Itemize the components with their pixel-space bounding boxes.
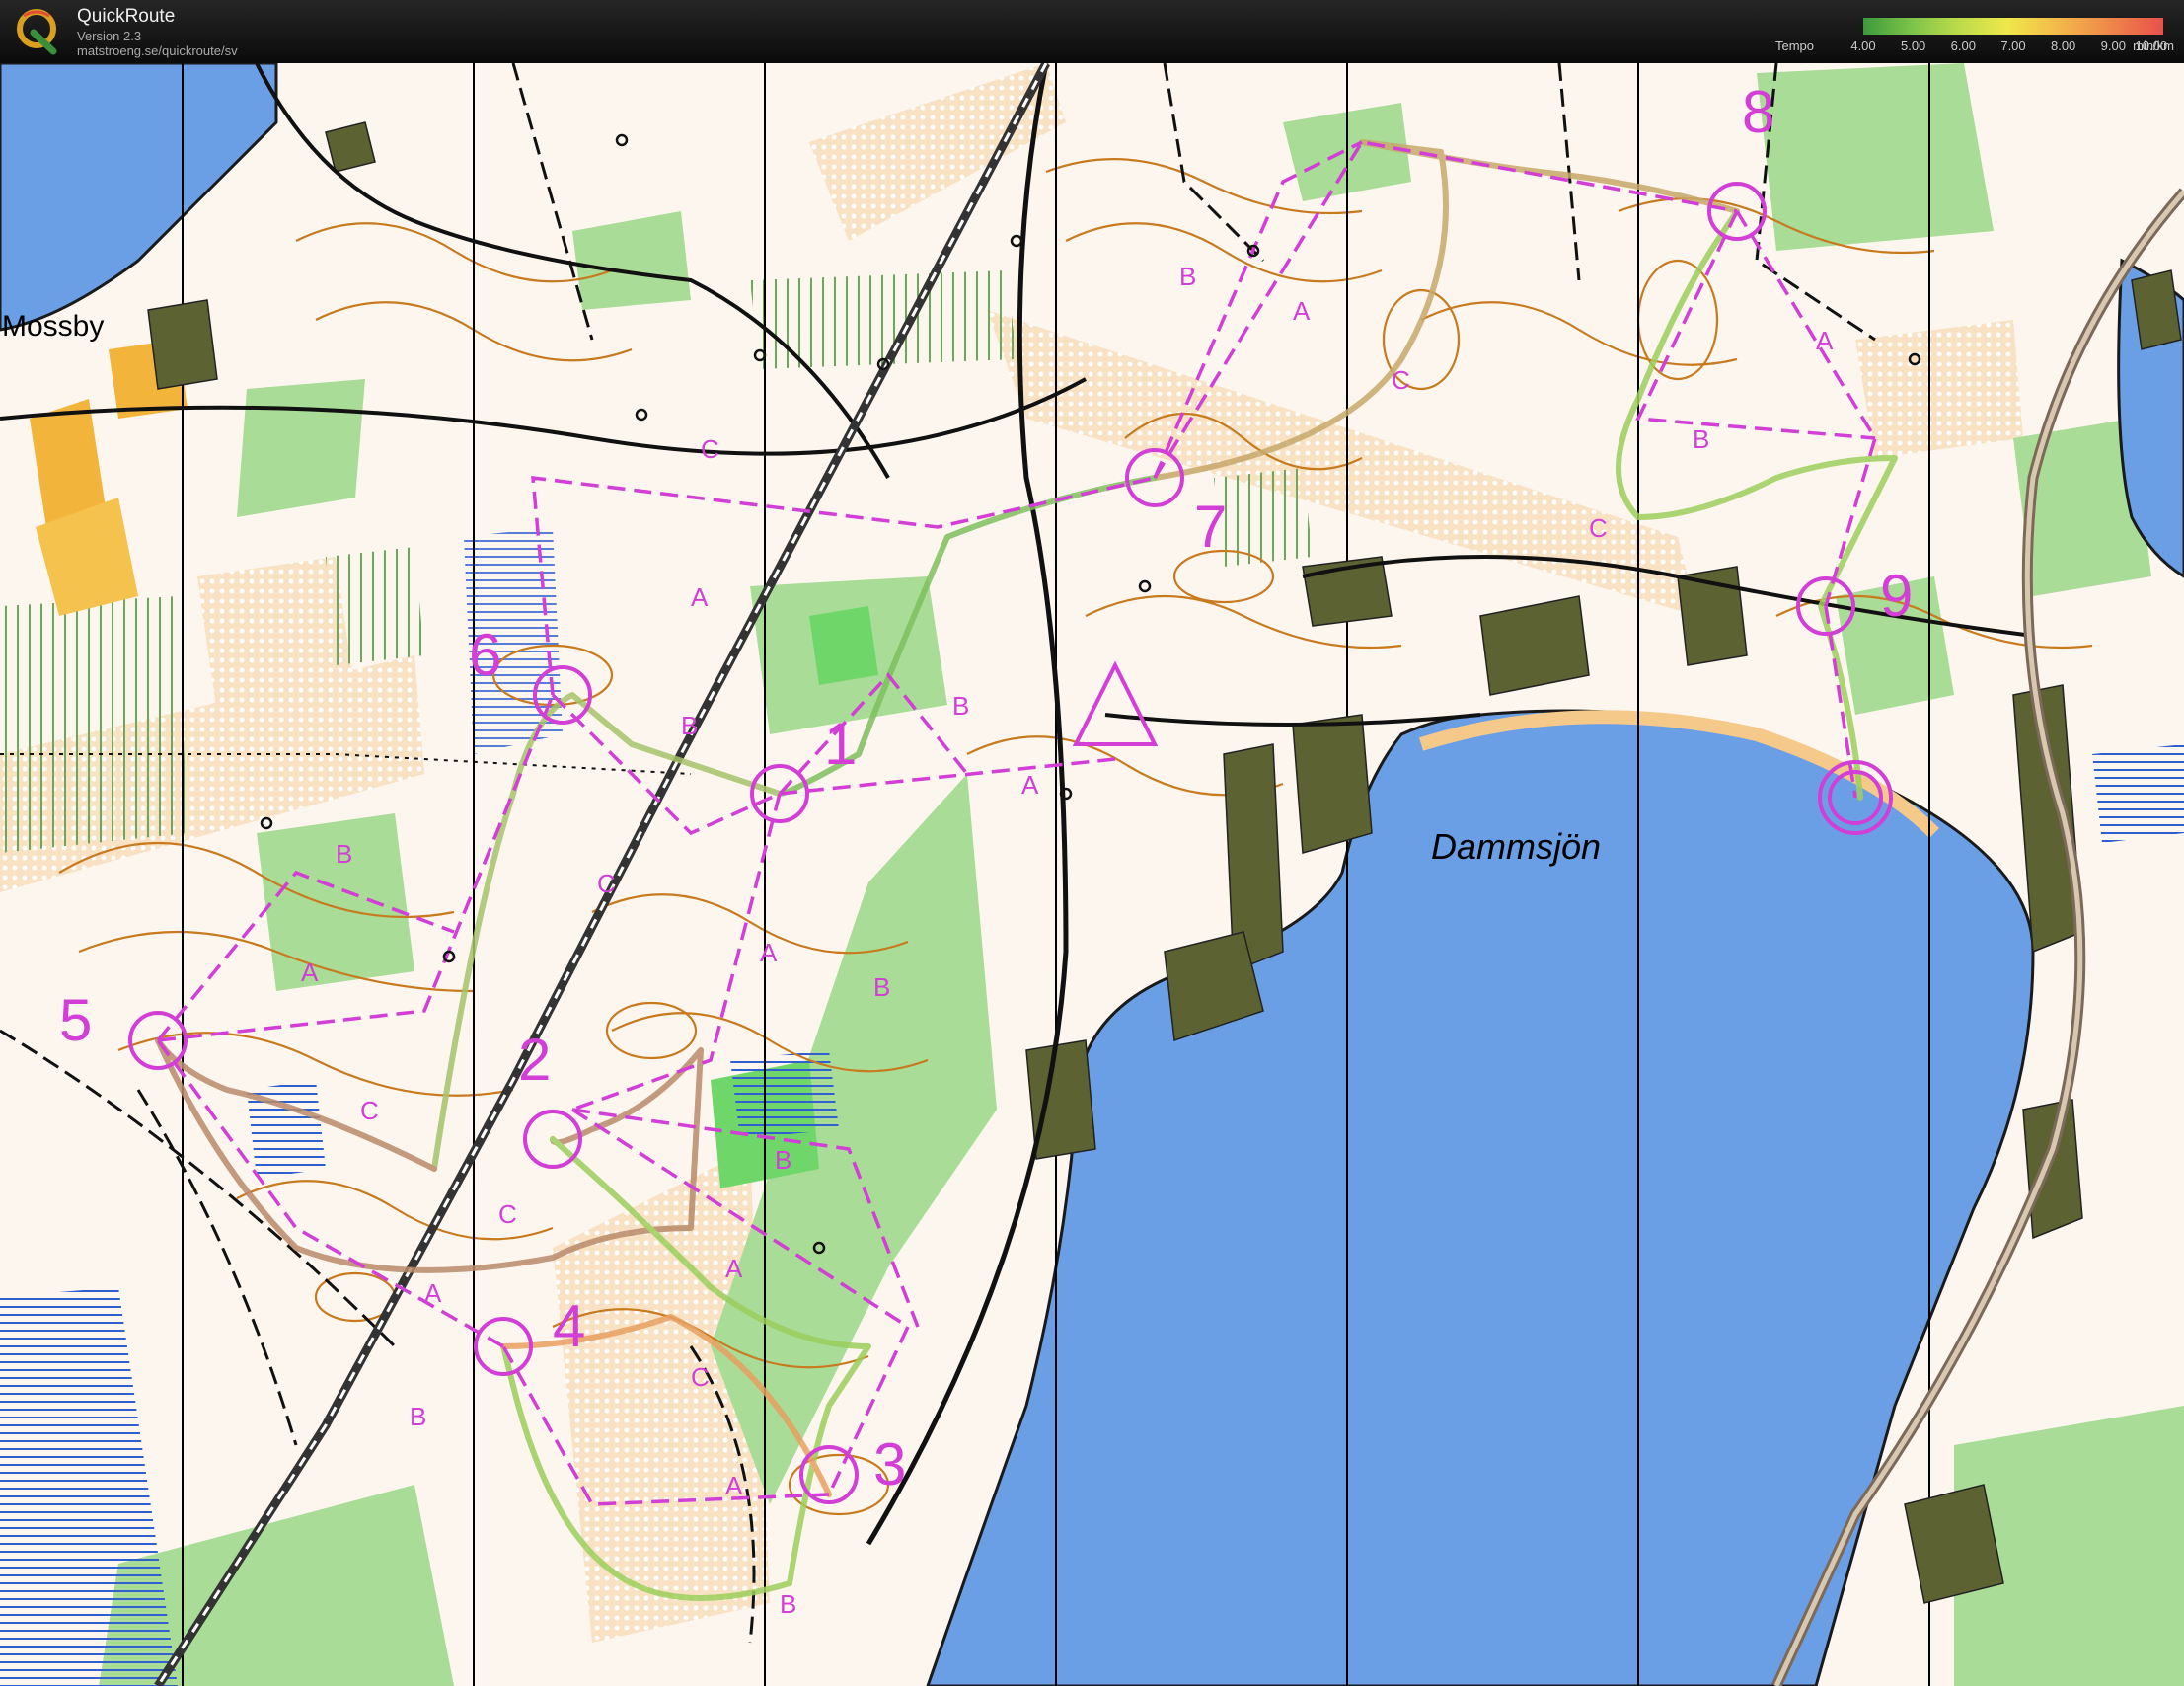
- leg-letter: A: [424, 1278, 442, 1308]
- tempo-legend: Tempo 4.00 5.00 6.00 7.00 8.00 9.00 10.0…: [1750, 16, 2184, 59]
- place-label-mossby: Mossby: [2, 310, 104, 343]
- control-number: 3: [873, 1431, 906, 1497]
- leg-letter: B: [1179, 262, 1196, 291]
- tempo-color-bar: [1863, 18, 2163, 35]
- leg-letter: B: [410, 1402, 426, 1431]
- control-number: 8: [1742, 79, 1774, 145]
- tempo-tick: 6.00: [1950, 38, 1976, 53]
- map-canvas[interactable]: 1 2 3 4 5 6 7 8 9 A B C A B C A B A B C …: [0, 63, 2184, 1686]
- leg-letter: B: [1693, 424, 1709, 454]
- control-number: 5: [59, 987, 92, 1053]
- leg-letter: A: [1293, 296, 1311, 326]
- app-url: matstroeng.se/quickroute/sv: [77, 43, 238, 58]
- tempo-tick: 5.00: [1900, 38, 1926, 53]
- leg-letter: C: [691, 1362, 710, 1392]
- tempo-ticks: 4.00 5.00 6.00 7.00 8.00 9.00 10.00: [1850, 38, 2167, 56]
- tempo-unit: min/km: [2133, 38, 2174, 53]
- leg-letter: C: [360, 1096, 379, 1125]
- leg-letter: A: [725, 1471, 743, 1500]
- leg-letter: A: [691, 582, 709, 612]
- tempo-tick: 8.00: [2050, 38, 2076, 53]
- quickroute-logo-icon: [17, 9, 57, 55]
- control-number: 7: [1194, 494, 1227, 560]
- quickroute-window: QuickRoute Version 2.3 matstroeng.se/qui…: [0, 0, 2184, 1686]
- leg-letter: C: [498, 1199, 517, 1229]
- app-title: QuickRoute: [77, 6, 176, 27]
- leg-letter: B: [780, 1589, 796, 1619]
- orienteering-map[interactable]: 1 2 3 4 5 6 7 8 9 A B C A B C A B A B C …: [0, 63, 2184, 1686]
- leg-letter: C: [1392, 365, 1410, 395]
- leg-letter: A: [301, 958, 319, 987]
- lake-label-dammsjon: Dammsjön: [1431, 826, 1601, 867]
- header-bar: QuickRoute Version 2.3 matstroeng.se/qui…: [0, 0, 2184, 63]
- app-version: Version 2.3: [77, 29, 142, 43]
- leg-letter: C: [701, 434, 719, 464]
- leg-letter: B: [873, 972, 890, 1002]
- leg-letter: B: [336, 839, 352, 869]
- control-number: 2: [518, 1027, 551, 1093]
- control-number: 9: [1880, 563, 1913, 629]
- leg-letter: C: [597, 869, 616, 898]
- tempo-tick: 9.00: [2100, 38, 2126, 53]
- leg-letter: B: [952, 691, 969, 721]
- tempo-tick: 7.00: [2000, 38, 2026, 53]
- leg-letter: B: [775, 1145, 791, 1175]
- control-number: 4: [553, 1293, 585, 1359]
- control-number: 6: [469, 622, 501, 688]
- leg-letter: A: [1816, 326, 1834, 355]
- tempo-tick: 4.00: [1850, 38, 1876, 53]
- control-number: 1: [824, 711, 857, 777]
- leg-letter: C: [1589, 513, 1608, 543]
- leg-letter: B: [681, 711, 698, 740]
- tempo-label: Tempo: [1774, 38, 1814, 53]
- leg-letter: A: [760, 938, 778, 967]
- leg-letter: A: [1021, 770, 1039, 800]
- leg-letter: A: [725, 1254, 743, 1283]
